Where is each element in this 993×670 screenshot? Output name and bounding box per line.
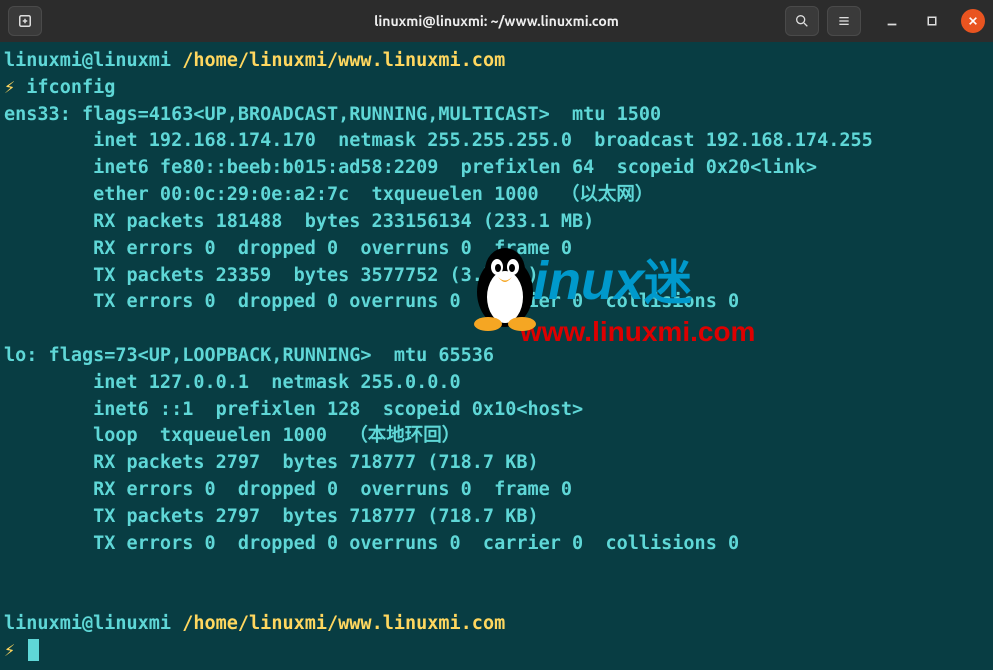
prompt-path-2: /home/linuxmi/www.linuxmi.com [182, 613, 505, 634]
output-ens33-ether: ether 00:0c:29:0e:a2:7c txqueuelen 1000 … [4, 182, 989, 209]
output-lo-rx-errors: RX errors 0 dropped 0 overruns 0 frame 0 [4, 477, 989, 504]
prompt-bolt-icon-2: ⚡ [4, 640, 15, 661]
search-icon [794, 13, 810, 29]
hamburger-icon [836, 13, 852, 29]
output-ens33-header: ens33: flags=4163<UP,BROADCAST,RUNNING,M… [4, 102, 989, 129]
command-line-2: ⚡ [4, 638, 989, 665]
close-button[interactable] [961, 9, 985, 33]
prompt-user-host-2: linuxmi@linuxmi [4, 613, 171, 634]
output-lo-loop: loop txqueuelen 1000 （本地环回） [4, 423, 989, 450]
prompt-line-2: linuxmi@linuxmi /home/linuxmi/www.linuxm… [4, 611, 989, 638]
output-blank-3 [4, 584, 989, 611]
minimize-icon [885, 14, 899, 28]
prompt-path: /home/linuxmi/www.linuxmi.com [182, 50, 505, 71]
close-icon [968, 16, 978, 26]
output-lo-inet: inet 127.0.0.1 netmask 255.0.0.0 [4, 370, 989, 397]
terminal-cursor [28, 639, 39, 661]
window-titlebar: linuxmi@linuxmi: ~/www.linuxmi.com [0, 0, 993, 42]
command-text: ifconfig [26, 77, 115, 98]
output-ens33-inet: inet 192.168.174.170 netmask 255.255.255… [4, 128, 989, 155]
output-lo-rx-packets: RX packets 2797 bytes 718777 (718.7 KB) [4, 450, 989, 477]
prompt-line: linuxmi@linuxmi /home/linuxmi/www.linuxm… [4, 48, 989, 75]
output-ens33-tx-errors: TX errors 0 dropped 0 overruns 0 carrier… [4, 289, 989, 316]
output-ens33-rx-packets: RX packets 181488 bytes 233156134 (233.1… [4, 209, 989, 236]
output-blank-2 [4, 557, 989, 584]
output-lo-inet6: inet6 ::1 prefixlen 128 scopeid 0x10<hos… [4, 397, 989, 424]
minimize-button[interactable] [881, 10, 903, 32]
output-ens33-inet6: inet6 fe80::beeb:b015:ad58:2209 prefixle… [4, 155, 989, 182]
output-ens33-rx-errors: RX errors 0 dropped 0 overruns 0 frame 0 [4, 236, 989, 263]
command-line: ⚡ ifconfig [4, 75, 989, 102]
prompt-bolt-icon: ⚡ [4, 77, 15, 98]
menu-button[interactable] [827, 6, 861, 36]
terminal-area[interactable]: linuxmi@linuxmi /home/linuxmi/www.linuxm… [0, 42, 993, 670]
output-blank [4, 316, 989, 343]
new-tab-button[interactable] [8, 6, 42, 36]
window-title: linuxmi@linuxmi: ~/www.linuxmi.com [374, 13, 619, 29]
prompt-user-host: linuxmi@linuxmi [4, 50, 171, 71]
output-lo-tx-packets: TX packets 2797 bytes 718777 (718.7 KB) [4, 504, 989, 531]
output-ens33-tx-packets: TX packets 23359 bytes 3577752 (3.5 MB) [4, 263, 989, 290]
maximize-button[interactable] [921, 10, 943, 32]
output-lo-header: lo: flags=73<UP,LOOPBACK,RUNNING> mtu 65… [4, 343, 989, 370]
output-lo-tx-errors: TX errors 0 dropped 0 overruns 0 carrier… [4, 531, 989, 558]
maximize-icon [926, 15, 938, 27]
search-button[interactable] [785, 6, 819, 36]
new-tab-icon [16, 12, 34, 30]
